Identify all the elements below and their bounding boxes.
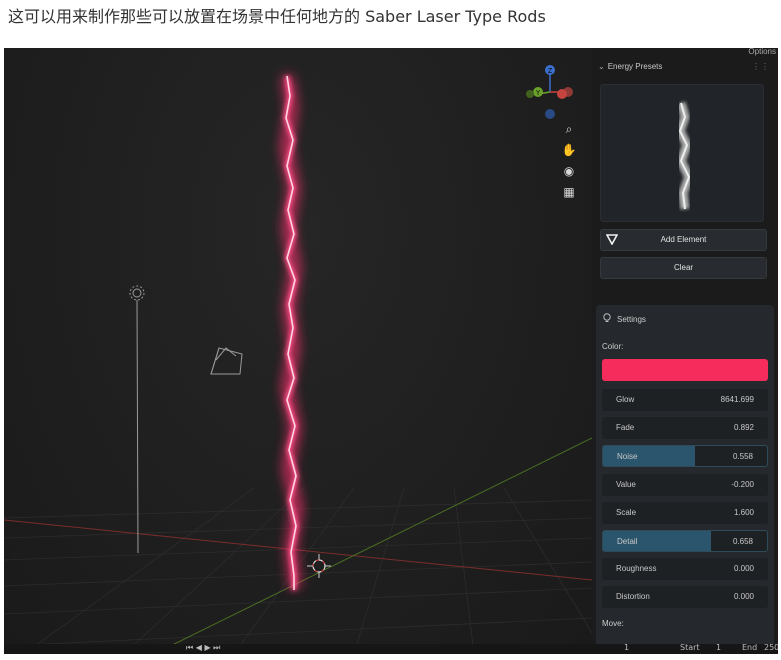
start-value[interactable]: 1 xyxy=(716,643,721,652)
property-label: Noise xyxy=(617,452,638,462)
preview-saber-image xyxy=(675,101,694,210)
property-label: Value xyxy=(616,479,636,489)
caption-text: 这可以用来制作那些可以放置在场景中任何地方的 Saber Laser Type … xyxy=(8,7,546,26)
blender-window: Z Y ⌕ ✋ ◉ ▦ Options ⌄Energy Presets ⋮⋮ xyxy=(4,48,778,654)
options-dropdown[interactable]: Options xyxy=(748,48,776,56)
gizmo-z-label: Z xyxy=(548,67,553,75)
property-value: 0.658 xyxy=(732,537,753,546)
property-slider-roughness[interactable]: Roughness 0.000 xyxy=(602,558,768,581)
property-slider-fade[interactable]: Fade 0.892 xyxy=(602,417,768,440)
camera-object xyxy=(210,347,243,375)
viewport-scene: Z Y xyxy=(4,65,592,654)
preset-preview-thumbnail[interactable] xyxy=(600,84,764,222)
drag-grip-icon[interactable]: ⋮⋮ xyxy=(752,58,770,76)
3d-cursor-icon xyxy=(307,554,331,578)
settings-header[interactable]: Settings xyxy=(602,313,646,326)
add-element-label: Add Element xyxy=(660,235,707,244)
playback-controls-icon[interactable]: ⏮ ◀ ▶ ⏭ xyxy=(186,643,220,653)
camera-view-icon[interactable]: ◉ xyxy=(561,163,577,179)
property-label: Glow xyxy=(616,395,635,404)
move-label: Move: xyxy=(602,619,624,628)
color-label: Color: xyxy=(602,342,624,351)
navigation-gizmo: Z Y xyxy=(526,65,573,119)
property-value: -0.200 xyxy=(731,479,754,489)
energy-presets-header[interactable]: ⌄ Energy Presets ⋮⋮ xyxy=(596,58,774,76)
gizmo-y-label: Y xyxy=(535,89,541,97)
property-value: 0.000 xyxy=(733,592,754,602)
property-slider-detail[interactable]: Detail 0.658 xyxy=(602,530,768,552)
property-value: 8641.699 xyxy=(720,395,754,404)
end-value[interactable]: 250 xyxy=(764,643,778,652)
property-label: Distortion xyxy=(616,592,650,602)
property-slider-value[interactable]: Value -0.200 xyxy=(602,473,768,496)
start-label: Start xyxy=(680,643,700,652)
color-swatch[interactable] xyxy=(602,359,768,381)
property-value: 0.000 xyxy=(733,564,754,574)
settings-title: Settings xyxy=(617,315,646,324)
property-label: Fade xyxy=(616,423,635,433)
clear-button[interactable]: Clear xyxy=(600,257,767,279)
energy-presets-title: Energy Presets xyxy=(607,62,663,71)
timeline-bar: ⏮ ◀ ▶ ⏭ 1 Start 1 End 250 xyxy=(4,643,778,654)
property-slider-glow[interactable]: Glow 8641.699 xyxy=(602,389,768,411)
property-value: 0.892 xyxy=(733,423,754,433)
property-label: Scale xyxy=(616,507,637,517)
y-axis-line xyxy=(153,437,592,654)
triangle-down-icon xyxy=(606,234,618,245)
lightbulb-icon xyxy=(603,313,611,322)
property-label: Roughness xyxy=(616,564,657,574)
3d-viewport[interactable]: Z Y ⌕ ✋ ◉ ▦ xyxy=(4,48,592,654)
property-value: 1.600 xyxy=(733,507,754,517)
add-element-button[interactable]: Add Element xyxy=(600,229,767,251)
property-slider-distortion[interactable]: Distortion 0.000 xyxy=(602,586,768,609)
pan-hand-icon[interactable]: ✋ xyxy=(561,142,577,158)
property-slider-scale[interactable]: Scale 1.600 xyxy=(602,501,768,524)
chevron-down-icon: ⌄ xyxy=(598,62,605,71)
property-label: Detail xyxy=(617,537,638,546)
sidebar-panel: Options ⌄ Energy Presets ⋮⋮ Add Element C… xyxy=(592,48,778,654)
end-label: End xyxy=(742,643,758,652)
perspective-grid-icon[interactable]: ▦ xyxy=(561,184,577,200)
property-value: 0.558 xyxy=(732,452,753,462)
clear-label: Clear xyxy=(673,263,694,272)
settings-panel: Settings Color: Glow 8641.699 Fade 0.892 Noi… xyxy=(596,305,774,654)
light-object xyxy=(129,285,145,554)
frame-field[interactable]: 1 xyxy=(624,643,629,652)
zoom-icon[interactable]: ⌕ xyxy=(561,121,577,137)
property-slider-noise[interactable]: Noise 0.558 xyxy=(602,445,768,468)
